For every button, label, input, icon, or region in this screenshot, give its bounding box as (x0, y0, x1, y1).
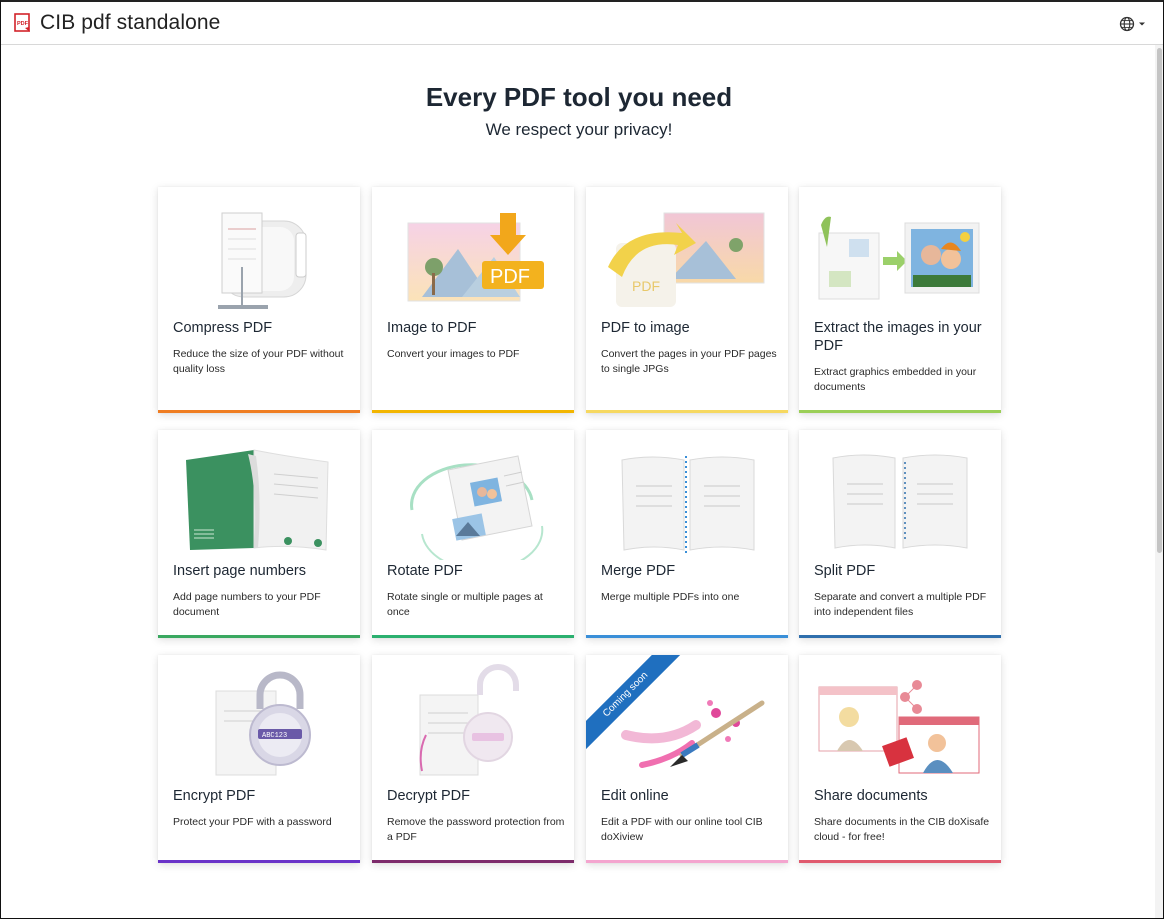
tool-description: Convert your images to PDF (387, 348, 520, 360)
tool-title: Extract the images in your PDF (814, 320, 982, 354)
tool-title: Image to PDF (387, 320, 477, 336)
tool-description: Extract graphics embedded in your docume… (814, 366, 977, 393)
tool-card-split-pdf[interactable]: Split PDF Separate and convert a multipl… (799, 430, 1001, 638)
tool-description: Separate and convert a multiple PDF into… (814, 591, 987, 618)
lock-code-label: ABC123 (262, 732, 287, 740)
tool-title: Share documents (814, 788, 928, 804)
compress-illustration (218, 212, 307, 309)
caret-down-icon (1139, 22, 1145, 26)
tool-card-insert-page-numbers[interactable]: Insert page numbers Add page numbers to … (158, 430, 360, 638)
tool-title: Split PDF (814, 563, 876, 579)
tool-description: Protect your PDF with a password (173, 816, 332, 828)
tool-card-image-to-pdf[interactable]: PDF Image to PDF Convert your images to … (372, 187, 574, 413)
tool-card-compress-pdf[interactable]: Compress PDF Reduce the size of your PDF… (158, 187, 360, 413)
app-title: CIB pdf standalone (40, 11, 221, 34)
page-numbers-illustration (186, 449, 329, 551)
tool-description: Share documents in the CIB doXisafe clou… (814, 816, 990, 843)
accent-bar (372, 410, 574, 413)
tool-title: Encrypt PDF (173, 788, 256, 804)
decrypt-pdf-illustration (419, 664, 519, 776)
tool-card-rotate-pdf[interactable]: Rotate PDF Rotate single or multiple pag… (372, 430, 574, 638)
tool-card-merge-pdf[interactable]: Merge PDF Merge multiple PDFs into one (586, 430, 788, 638)
tool-title: Decrypt PDF (387, 788, 470, 804)
pdf-label: PDF (632, 278, 660, 294)
tool-description: Rotate single or multiple pages at once (387, 591, 543, 618)
pdf-to-image-illustration: PDF (608, 212, 765, 307)
accent-bar (372, 860, 574, 863)
tool-description: Edit a PDF with our online tool CIB doXi… (601, 816, 763, 843)
encrypt-pdf-illustration: ABC123 (215, 671, 311, 776)
globe-icon (1119, 16, 1135, 32)
accent-bar (158, 410, 360, 413)
accent-bar (372, 635, 574, 638)
tool-title: Rotate PDF (387, 563, 463, 579)
language-selector[interactable] (1119, 14, 1147, 34)
tool-card-edit-online[interactable]: Coming soon Edit online Edit a PDF with … (586, 655, 788, 863)
accent-bar (799, 410, 1001, 413)
accent-bar (586, 635, 788, 638)
tool-card-pdf-to-image[interactable]: PDF PDF to image Convert the pages in yo… (586, 187, 788, 413)
rotate-pdf-illustration (410, 455, 544, 560)
extract-images-illustration (818, 216, 980, 300)
tool-title: Insert page numbers (173, 563, 306, 579)
accent-bar (586, 860, 788, 863)
image-to-pdf-illustration: PDF (407, 213, 544, 302)
pdf-label: PDF (490, 266, 530, 288)
edit-online-illustration (621, 700, 765, 768)
tool-description: Reduce the size of your PDF without qual… (173, 348, 344, 375)
share-documents-illustration (818, 680, 980, 774)
accent-bar (799, 635, 1001, 638)
pdf-logo-icon: PDF (14, 13, 30, 32)
tool-title: Edit online (601, 788, 669, 804)
hero-subtitle: We respect your privacy! (485, 120, 673, 139)
accent-bar (158, 635, 360, 638)
tool-title: PDF to image (601, 320, 690, 336)
tool-description: Convert the pages in your PDF pages to s… (601, 348, 777, 375)
tool-card-extract-images[interactable]: Extract the images in your PDF Extract g… (799, 187, 1001, 413)
svg-text:PDF: PDF (17, 21, 29, 27)
app-window: PDF CIB pdf standalone Every PDF tool yo… (0, 0, 1164, 919)
tool-card-encrypt-pdf[interactable]: ABC123 Encrypt PDF Protect your PDF with… (158, 655, 360, 863)
tool-card-decrypt-pdf[interactable]: Decrypt PDF Remove the password protecti… (372, 655, 574, 863)
tool-description: Add page numbers to your PDF document (173, 591, 321, 618)
tool-title: Merge PDF (601, 563, 676, 579)
tool-description: Merge multiple PDFs into one (601, 591, 740, 603)
accent-bar (799, 860, 1001, 863)
tool-title: Compress PDF (173, 320, 273, 336)
hero-title: Every PDF tool you need (425, 82, 733, 112)
split-pdf-illustration (832, 454, 968, 549)
tool-description: Remove the password protection from a PD… (387, 816, 565, 843)
accent-bar (586, 410, 788, 413)
top-bar: PDF CIB pdf standalone (1, 2, 1163, 45)
tool-card-share-documents[interactable]: Share documents Share documents in the C… (799, 655, 1001, 863)
scrollbar-thumb[interactable] (1157, 48, 1162, 553)
accent-bar (158, 860, 360, 863)
merge-pdf-illustration (621, 456, 755, 554)
